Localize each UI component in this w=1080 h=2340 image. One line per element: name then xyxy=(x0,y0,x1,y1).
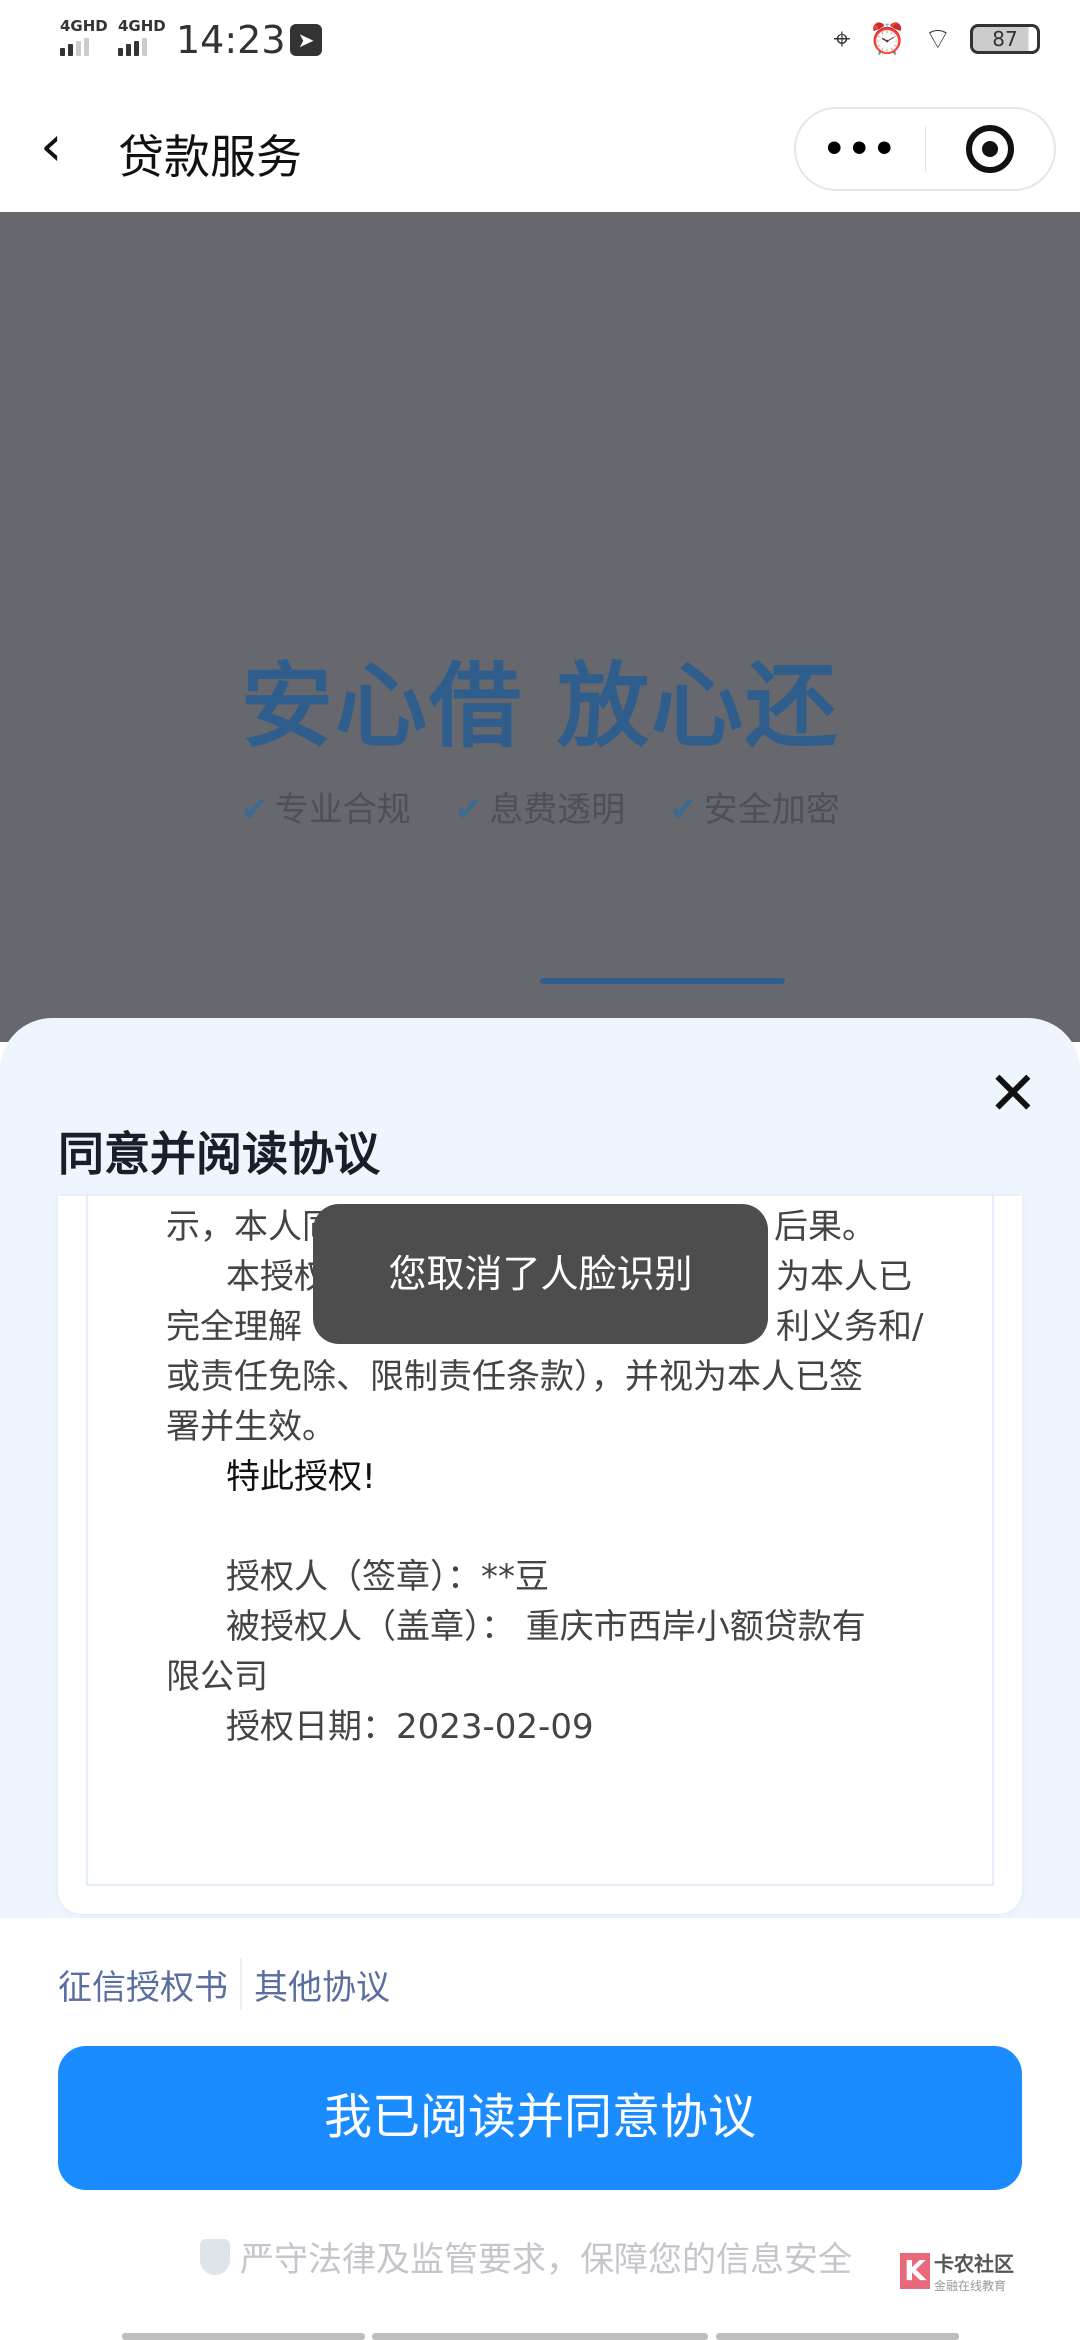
agreement-sheet: 同意并阅读协议 ✕ 示，本人同 后果。 本授权 为本人已 完全理解 利义务和/ 或责任… xyxy=(0,1018,1080,1918)
doc-line: 限公司 xyxy=(166,1657,268,1697)
feature-item: ✔ 安全加密 xyxy=(669,782,840,831)
agreement-links: 征信授权书 其他协议 xyxy=(58,1958,390,2010)
doc-line: 授权日期：2023-02-09 xyxy=(226,1707,594,1747)
feature-item: ✔ 专业合规 xyxy=(240,782,411,831)
page-title: 贷款服务 xyxy=(118,130,302,184)
gesture-bar xyxy=(0,2333,1080,2340)
feature-item: ✔ 息费透明 xyxy=(455,782,626,831)
miniprogram-capsule: ••• xyxy=(794,107,1056,191)
slogan: 安心借 放心还 xyxy=(240,653,840,760)
signal-sim2: 4GHD xyxy=(118,18,166,56)
feature-list: ✔ 专业合规 ✔ 息费透明 ✔ 安全加密 xyxy=(0,782,1080,831)
check-icon: ✔ xyxy=(240,790,269,830)
agree-button[interactable]: 我已阅读并同意协议 xyxy=(58,2046,1022,2190)
clock: 14:23 xyxy=(176,18,286,62)
more-button[interactable]: ••• xyxy=(796,129,925,170)
doc-line: 后果。 xyxy=(774,1207,876,1247)
check-icon: ✔ xyxy=(454,790,484,830)
hero-banner: 安心借 放心还 ✔ 专业合规 ✔ 息费透明 ✔ 安全加密 xyxy=(0,212,1080,1042)
security-text: 严守法律及监管要求，保障您的信息安全 xyxy=(240,2240,852,2280)
alarm-icon: ⏰ xyxy=(868,21,906,57)
doc-line: 或责任免除、限制责任条款），并视为本人已签 xyxy=(166,1357,863,1397)
feature-label: 专业合规 xyxy=(274,790,411,830)
doc-line: 完全理解 xyxy=(166,1307,302,1347)
battery-icon: 87 xyxy=(970,24,1040,54)
close-miniprogram-button[interactable] xyxy=(925,125,1054,173)
location-icon: ⌖ xyxy=(833,21,851,57)
doc-line: 授权人（签章）：**豆 xyxy=(226,1557,549,1597)
back-button[interactable]: ‹ xyxy=(40,119,62,175)
shield-icon xyxy=(200,2238,230,2275)
watermark-sub: 金融在线教育 xyxy=(934,2279,1007,2293)
close-icon[interactable]: ✕ xyxy=(988,1064,1038,1124)
network-type: 4GHD xyxy=(118,17,166,35)
sheet-title: 同意并阅读协议 xyxy=(58,1127,380,1181)
feature-label: 息费透明 xyxy=(489,790,626,830)
signal-sim1: 4GHD xyxy=(60,18,108,56)
check-icon: ✔ xyxy=(669,790,698,830)
security-notice: 严守法律及监管要求，保障您的信息安全 xyxy=(200,2232,852,2281)
doc-line: 利义务和/ xyxy=(776,1307,924,1347)
wifi-icon: ⌔ xyxy=(923,22,952,57)
status-bar: 4GHD 4GHD 14:23 ➤ ⌖ ⏰ ⌔ 87 xyxy=(0,0,1080,85)
other-agreements-link[interactable]: 其他协议 xyxy=(254,1960,390,2009)
logo-icon: K xyxy=(900,2253,930,2289)
doc-line: 署并生效。 xyxy=(166,1407,336,1447)
feature-label: 安全加密 xyxy=(703,790,840,830)
doc-line: 特此授权! xyxy=(226,1457,376,1497)
divider xyxy=(240,1958,242,2010)
watermark-logo: K 卡农社区金融在线教育 xyxy=(900,2248,1014,2294)
doc-line: 为本人已 xyxy=(776,1257,912,1297)
target-icon xyxy=(965,125,1014,173)
watermark-name: 卡农社区 xyxy=(934,2252,1014,2276)
doc-line: 被授权人（盖章）： 重庆市西岸小额贷款有 xyxy=(226,1607,866,1647)
telegram-icon: ➤ xyxy=(290,24,322,56)
nav-bar: ‹ 贷款服务 ••• xyxy=(0,85,1080,212)
credit-authorization-link[interactable]: 征信授权书 xyxy=(58,1960,228,2009)
toast-message: 您取消了人脸识别 xyxy=(313,1204,768,1344)
network-type: 4GHD xyxy=(60,17,108,35)
progress-bar xyxy=(540,978,785,984)
doc-line: 示，本人同 xyxy=(166,1207,336,1247)
